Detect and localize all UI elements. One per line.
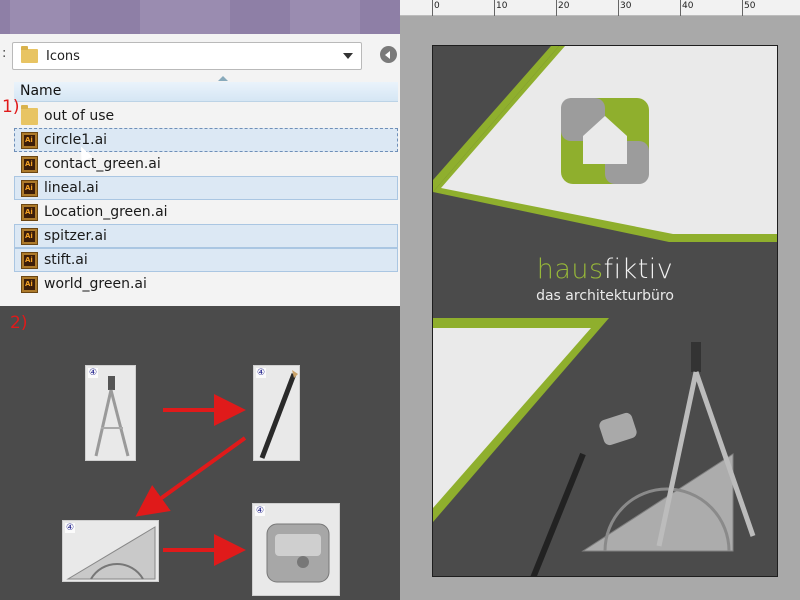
brand-tagline: das architekturbüro	[536, 288, 674, 304]
step-number-2: 2)	[10, 313, 28, 333]
ruler-label: 20	[558, 1, 570, 11]
ruler-tick	[618, 0, 619, 16]
file-name: contact_green.ai	[44, 156, 161, 172]
top-toolbar	[0, 0, 400, 34]
illustrator-file-icon	[21, 276, 38, 293]
file-name: out of use	[44, 108, 115, 124]
path-label: Icons	[46, 49, 80, 64]
document-page: hausfiktiv das architekturbüro	[432, 45, 778, 577]
illustrator-file-icon	[21, 204, 38, 221]
thumbnail-badge: ④	[65, 523, 76, 533]
brand-name-part1: haus	[536, 254, 604, 285]
arrow-2	[135, 436, 247, 517]
file-row[interactable]: spitzer.ai	[14, 224, 398, 248]
column-header-name[interactable]: Name	[14, 82, 398, 102]
ruler-tick	[742, 0, 743, 16]
toolbar-blur	[10, 0, 70, 34]
file-name: Location_green.ai	[44, 204, 168, 220]
thumbnail-sharpener[interactable]: ④	[252, 503, 340, 596]
house-logo-icon	[561, 98, 649, 184]
file-row[interactable]: Location_green.ai	[14, 200, 398, 224]
ruler-label: 10	[496, 1, 508, 11]
folder-icon	[21, 105, 38, 125]
sharpener-icon	[266, 523, 330, 583]
file-row[interactable]: circle1.ai	[14, 128, 398, 152]
ruler-tick	[494, 0, 495, 16]
illustrator-file-icon	[21, 180, 38, 197]
path-dropdown[interactable]: Icons	[12, 42, 362, 70]
illustrator-file-icon	[21, 132, 38, 149]
path-colon: :	[2, 46, 7, 61]
ruler-label: 40	[682, 1, 694, 11]
thumbnail-badge: ④	[88, 368, 99, 378]
step-number-1: 1)	[2, 97, 20, 117]
illustrator-file-icon	[21, 228, 38, 245]
tools-illustration-icon	[530, 342, 756, 576]
thumbnail-pencil[interactable]: ④	[253, 365, 300, 461]
file-name: world_green.ai	[44, 276, 147, 292]
horizontal-ruler: 0 10 20 30 40 50	[400, 0, 800, 16]
file-list: out of use circle1.ai contact_green.ailine…	[14, 104, 398, 296]
ruler-tick	[432, 0, 433, 16]
thumbnail-triangle-ruler[interactable]: ④	[62, 520, 159, 582]
thumbnail-compass[interactable]: ④	[85, 365, 136, 461]
chevron-down-icon[interactable]	[343, 53, 353, 59]
brand-name: hausfiktiv	[433, 254, 777, 285]
triangle-ruler-icon	[66, 526, 156, 580]
file-name: spitzer.ai	[44, 228, 107, 244]
toolbar-blur	[140, 0, 230, 34]
sort-arrow-icon	[218, 76, 228, 81]
file-row[interactable]: out of use	[14, 104, 398, 128]
illustrator-file-icon	[21, 156, 38, 173]
illustrator-file-icon	[21, 252, 38, 269]
brand-name-part2: fiktiv	[603, 254, 674, 285]
thumbnail-badge: ④	[255, 506, 266, 516]
ruler-tick	[556, 0, 557, 16]
file-name: circle1.ai	[44, 132, 108, 148]
file-row[interactable]: lineal.ai	[14, 176, 398, 200]
column-header-label: Name	[20, 83, 62, 99]
ruler-label: 50	[744, 1, 756, 11]
thumbnail-badge: ④	[256, 368, 267, 378]
file-browser: : Icons Name out of use circle1.ai contact…	[0, 34, 400, 306]
folder-icon	[21, 46, 38, 63]
screen: : Icons Name out of use circle1.ai contact…	[0, 0, 800, 600]
back-button[interactable]	[380, 46, 397, 63]
pencil-icon	[259, 370, 298, 459]
file-row[interactable]: contact_green.ai	[14, 152, 398, 176]
toolbar-blur	[290, 0, 360, 34]
file-name: stift.ai	[44, 252, 88, 268]
ruler-label: 30	[620, 1, 632, 11]
file-name: lineal.ai	[44, 180, 99, 196]
ruler-tick	[680, 0, 681, 16]
file-row[interactable]: stift.ai	[14, 248, 398, 272]
page-graphics	[433, 46, 777, 576]
ruler-label: 0	[434, 1, 440, 11]
compass-icon	[94, 376, 130, 457]
file-row[interactable]: world_green.ai	[14, 272, 398, 296]
